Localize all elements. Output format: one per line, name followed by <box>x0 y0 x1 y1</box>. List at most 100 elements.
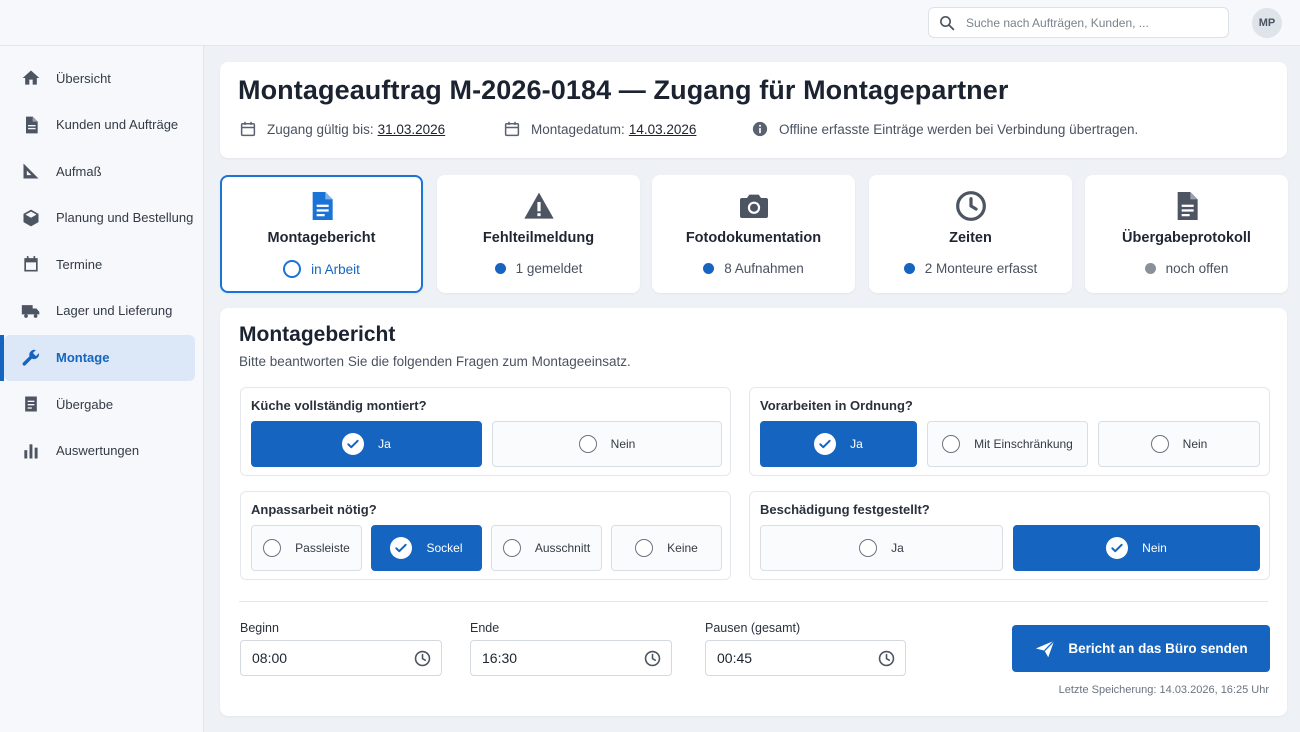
report-form: Montagebericht Bitte beantworten Sie die… <box>220 308 1287 716</box>
pause-time-input[interactable] <box>717 650 857 666</box>
tile-status-text: 2 Monteure erfasst <box>924 261 1038 276</box>
avatar[interactable]: MP <box>1252 8 1282 38</box>
tile-uebergabeprotokoll[interactable]: Übergabeprotokoll noch offen <box>1085 175 1288 293</box>
start-time-field[interactable] <box>240 640 442 676</box>
top-bar: MP <box>0 0 1300 46</box>
sidebar-item-label: Montage <box>56 350 110 366</box>
end-time-field[interactable] <box>470 640 672 676</box>
tile-status-text: 8 Aufnahmen <box>724 261 804 276</box>
document-icon <box>26 116 38 133</box>
document-icon <box>1177 192 1198 220</box>
clock-icon <box>955 191 986 221</box>
assembly-date-value: 14.03.2026 <box>628 121 697 137</box>
option-keine[interactable]: Keine <box>611 525 722 571</box>
option-label: Mit Einschränkung <box>974 437 1073 451</box>
ruler-triangle-icon <box>23 163 39 179</box>
offline-note-text: Offline erfasste Einträge werden bei Ver… <box>779 121 1139 137</box>
radio-icon <box>859 539 878 557</box>
clock-icon[interactable] <box>413 649 432 668</box>
tile-zeiten[interactable]: Zeiten 2 Monteure erfasst <box>869 175 1072 293</box>
end-time-input[interactable] <box>482 650 622 666</box>
wrench-icon <box>22 349 40 366</box>
option-ja[interactable]: Ja <box>760 421 917 467</box>
radio-icon <box>635 539 654 557</box>
sidebar-item-label: Kunden und Aufträge <box>56 117 179 133</box>
option-ja[interactable]: Ja <box>760 525 1003 571</box>
sidebar-item-termine[interactable]: Termine <box>0 241 203 287</box>
access-info: Zugang gültig bis: 31.03.2026 <box>239 120 445 138</box>
check-icon <box>1106 537 1129 559</box>
status-dot <box>1144 263 1156 274</box>
camera-icon <box>739 194 768 218</box>
option-label: Sockel <box>426 541 463 555</box>
order-header: Montageauftrag M-2026-0184 — Zugang für … <box>220 62 1287 158</box>
calendar-icon <box>240 121 256 137</box>
option-nein[interactable]: Nein <box>1013 525 1260 571</box>
sidebar-item-montage[interactable]: Montage <box>0 334 195 381</box>
access-label: Zugang gültig bis: <box>267 121 374 137</box>
tile-label: Fehlteilmeldung <box>482 230 595 246</box>
status-dot <box>703 263 715 274</box>
clipboard-icon <box>25 396 37 412</box>
option-ausschnitt[interactable]: Ausschnitt <box>491 525 602 571</box>
bar-chart-icon <box>24 444 38 459</box>
check-icon <box>814 433 837 455</box>
option-passleiste[interactable]: Passleiste <box>251 525 362 571</box>
divider <box>239 601 1268 602</box>
clock-icon[interactable] <box>877 649 896 668</box>
option-label: Ausschnitt <box>534 541 591 555</box>
radio-icon <box>578 435 597 453</box>
tile-montagebericht[interactable]: Montagebericht in Arbeit <box>220 175 423 293</box>
send-report-button[interactable]: Bericht an das Büro senden <box>1012 625 1270 672</box>
sidebar: Übersicht Kunden und Aufträge Aufmaß Pla… <box>0 46 204 732</box>
option-mit-einschraenkung[interactable]: Mit Einschränkung <box>927 421 1088 467</box>
question-beschaedigung: Beschädigung festgestellt? Ja Nein <box>749 491 1270 580</box>
search-input[interactable] <box>966 15 1216 30</box>
tile-label: Fotodokumentation <box>685 230 822 246</box>
tile-fotodokumentation[interactable]: Fotodokumentation 8 Aufnahmen <box>652 175 855 293</box>
option-label: Keine <box>667 541 698 555</box>
sidebar-item-aufmass[interactable]: Aufmaß <box>0 148 203 194</box>
tile-fehlteilmeldung[interactable]: Fehlteilmeldung 1 gemeldet <box>437 175 640 293</box>
radio-icon <box>1150 435 1169 453</box>
sidebar-item-uebersicht[interactable]: Übersicht <box>0 55 203 101</box>
sidebar-item-uebergabe[interactable]: Übergabe <box>0 381 203 427</box>
sidebar-item-planung[interactable]: Planung und Bestellung <box>0 195 203 241</box>
tile-status: 8 Aufnahmen <box>652 261 855 276</box>
question-label: Anpassarbeit nötig? <box>251 502 377 517</box>
option-nein[interactable]: Nein <box>1098 421 1260 467</box>
sidebar-item-label: Aufmaß <box>56 163 102 179</box>
option-label: Nein <box>1182 437 1208 451</box>
start-time-input[interactable] <box>252 650 392 666</box>
sidebar-item-label: Übergabe <box>56 396 114 412</box>
question-label: Beschädigung festgestellt? <box>760 502 930 517</box>
status-ring-icon <box>283 260 302 278</box>
last-saved-text: Letzte Speicherung: 14.03.2026, 16:25 Uh… <box>1058 684 1269 696</box>
radio-icon <box>502 539 521 557</box>
page-title: Montageauftrag M-2026-0184 — Zugang für … <box>238 75 1009 105</box>
search-box[interactable] <box>928 7 1229 38</box>
option-ja[interactable]: Ja <box>251 421 482 467</box>
option-nein[interactable]: Nein <box>492 421 722 467</box>
tile-status-text: noch offen <box>1165 261 1229 276</box>
option-label: Nein <box>610 437 636 451</box>
tile-status-text: 1 gemeldet <box>515 261 583 276</box>
clock-icon[interactable] <box>643 649 662 668</box>
search-icon <box>940 15 955 30</box>
question-label: Vorarbeiten in Ordnung? <box>760 398 913 413</box>
pause-label: Pausen (gesamt) <box>705 621 801 635</box>
option-label: Ja <box>850 437 863 451</box>
form-subtitle: Bitte beantworten Sie die folgenden Frag… <box>239 354 631 369</box>
status-dot <box>903 263 915 274</box>
pause-time-field[interactable] <box>705 640 906 676</box>
sidebar-item-kunden-auftraege[interactable]: Kunden und Aufträge <box>0 102 203 148</box>
option-label: Nein <box>1142 541 1167 555</box>
sidebar-item-lager[interactable]: Lager und Lieferung <box>0 288 203 334</box>
sidebar-item-label: Termine <box>56 256 103 272</box>
offline-note: Offline erfasste Einträge werden bei Ver… <box>751 120 1138 138</box>
status-dot <box>494 263 506 274</box>
option-sockel[interactable]: Sockel <box>371 525 482 571</box>
option-label: Ja <box>891 541 904 555</box>
sidebar-item-auswertungen[interactable]: Auswertungen <box>0 428 203 474</box>
sidebar-item-label: Planung und Bestellung <box>56 210 194 226</box>
